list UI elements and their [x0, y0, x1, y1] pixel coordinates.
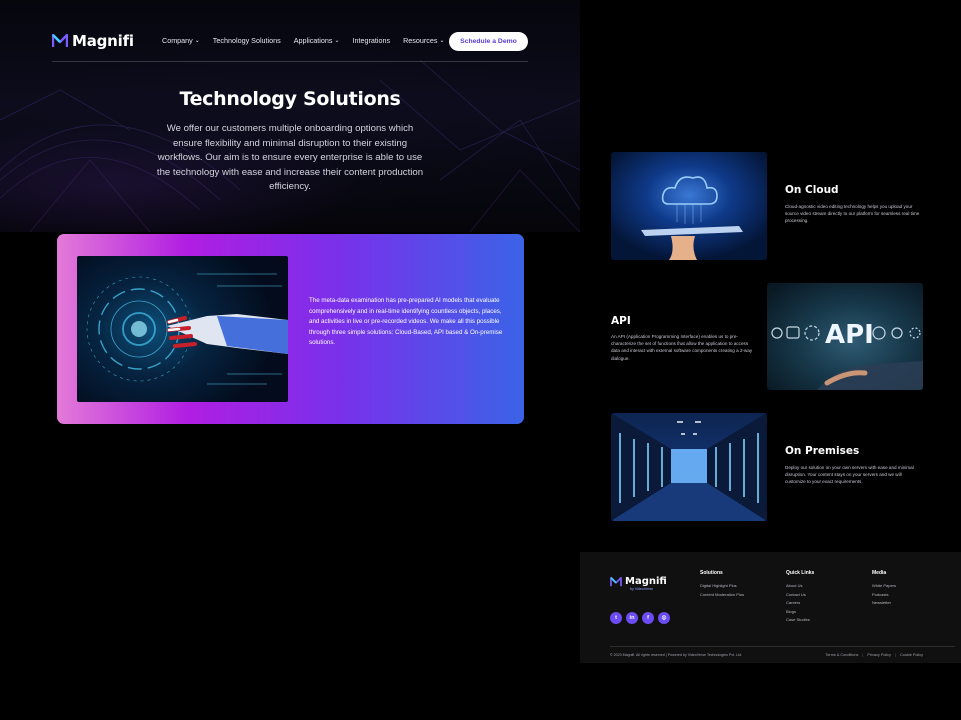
legal-links: Terms & Conditions | Privacy Policy | Co…	[825, 653, 923, 657]
footer-link[interactable]: Contact Us	[786, 591, 814, 600]
api-interface-illustration: API	[771, 320, 923, 390]
footer-column-solutions: Solutions Digital Highlight Plus Content…	[700, 570, 744, 599]
legal-separator: |	[862, 653, 864, 657]
feature-title-on-cloud: On Cloud	[785, 184, 839, 196]
nav-item-label: Technology Solutions	[212, 36, 281, 45]
footer-link[interactable]: White Papers	[872, 582, 896, 591]
schedule-demo-button[interactable]: Schedule a Demo	[449, 32, 528, 51]
robot-hand-image	[77, 256, 288, 402]
footer-column-title: Solutions	[700, 570, 723, 576]
feature-desc-on-cloud: Cloud-agnostic video editing technology …	[785, 204, 920, 224]
footer-column-quick-links: Quick Links About Us Contact Us Careers …	[786, 570, 814, 625]
nav-item-company[interactable]: Company ⌄	[162, 36, 200, 45]
brand-name: Magnifi	[72, 32, 134, 50]
magnifi-logo-icon	[52, 34, 68, 47]
footer-link[interactable]: Blogs	[786, 608, 814, 617]
feature-title-api: API	[611, 315, 631, 327]
legal-separator: |	[894, 653, 896, 657]
footer-link[interactable]: Newsletter	[872, 599, 896, 608]
cloud-tablet-illustration	[641, 176, 743, 260]
chevron-down-icon: ⌄	[439, 37, 445, 44]
instagram-icon[interactable]: ◎	[658, 612, 670, 624]
privacy-link[interactable]: Privacy Policy	[867, 653, 891, 657]
nav-item-label: Integrations	[352, 36, 391, 45]
hero-description: We offer our customers multiple onboardi…	[156, 123, 424, 192]
footer-link[interactable]: Case Studies	[786, 616, 814, 625]
footer-tagline: by VideoVerse	[630, 587, 654, 591]
intro-card: The meta-data examination has pre-prepar…	[57, 234, 524, 424]
on-cloud-image	[611, 152, 767, 260]
cookie-link[interactable]: Cookie Policy	[900, 653, 923, 657]
nav-item-integrations[interactable]: Integrations	[353, 36, 391, 45]
chevron-down-icon: ⌄	[334, 37, 340, 44]
footer-link[interactable]: Content Moderation Plus	[700, 591, 744, 600]
brand-logo[interactable]: Magnifi	[52, 32, 134, 50]
api-text-graphic: API	[825, 320, 874, 350]
nav-item-technology-solutions[interactable]: Technology Solutions	[213, 36, 281, 45]
copyright-text: © 2023 Magnifi. All rights reserved | Po…	[610, 653, 743, 657]
nav-menu: Company ⌄ Technology Solutions Applicati…	[162, 36, 444, 45]
api-image: API	[767, 283, 923, 390]
chevron-down-icon: ⌄	[194, 37, 200, 44]
feature-desc-api: An API (Application Programming Interfac…	[611, 334, 753, 361]
nav-item-label: Applications	[293, 36, 333, 45]
hero-section: Magnifi Company ⌄ Technology Solutions A…	[0, 0, 580, 232]
terms-link[interactable]: Terms & Conditions	[825, 653, 858, 657]
feature-title-on-premises: On Premises	[785, 445, 860, 457]
footer: Magnifi by VideoVerse t in f ◎ Solutions…	[580, 552, 961, 663]
linkedin-icon[interactable]: in	[626, 612, 638, 624]
nav-item-applications[interactable]: Applications ⌄	[294, 36, 340, 45]
footer-link[interactable]: Careers	[786, 599, 814, 608]
nav-divider	[52, 61, 528, 62]
robot-hand-illustration	[86, 273, 288, 385]
magnifi-logo-icon	[610, 576, 622, 586]
footer-link[interactable]: Podcasts	[872, 591, 896, 600]
footer-divider	[610, 646, 955, 647]
on-premises-image	[611, 413, 767, 521]
footer-link[interactable]: Digital Highlight Plus	[700, 582, 744, 591]
feature-desc-on-premises: Deploy our solution on your own servers …	[785, 465, 914, 485]
footer-column-media: Media White Papers Podcasts Newsletter	[872, 570, 896, 608]
footer-brand-name: Magnifi	[625, 576, 667, 587]
nav-item-label: Company	[162, 36, 193, 45]
server-room-illustration	[611, 413, 767, 521]
nav-item-label: Resources	[403, 36, 438, 45]
facebook-icon[interactable]: f	[642, 612, 654, 624]
twitter-icon[interactable]: t	[610, 612, 622, 624]
footer-link[interactable]: About Us	[786, 582, 814, 591]
page-title: Technology Solutions	[179, 88, 401, 110]
social-links: t in f ◎	[610, 612, 670, 624]
top-navigation: Magnifi Company ⌄ Technology Solutions A…	[50, 30, 528, 54]
intro-card-text: The meta-data examination has pre-prepar…	[309, 297, 503, 347]
footer-column-title: Media	[872, 570, 887, 576]
footer-logo[interactable]: Magnifi	[610, 576, 667, 587]
footer-column-title: Quick Links	[786, 570, 815, 576]
nav-item-resources[interactable]: Resources ⌄	[403, 36, 444, 45]
